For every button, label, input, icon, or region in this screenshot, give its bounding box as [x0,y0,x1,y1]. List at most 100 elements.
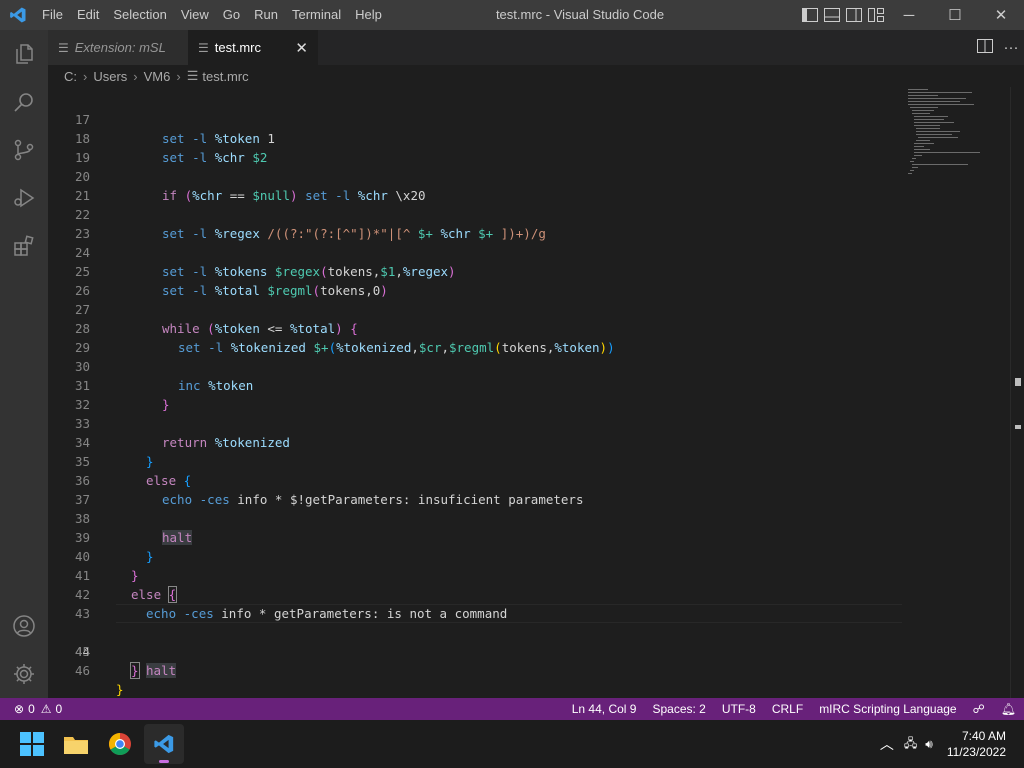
code-line: 35 else { [48,433,906,488]
menu-terminal[interactable]: Terminal [285,0,348,30]
warning-icon: ⚠ [40,702,52,716]
file-explorer-icon[interactable] [56,724,96,764]
tab-label: test.mrc [214,40,261,55]
close-tab-button[interactable]: ✕ [295,39,308,57]
minimize-button[interactable]: ─ [886,0,932,30]
tab-test-mrc[interactable]: ☰ test.mrc ✕ [188,30,318,65]
code-line: 19 [48,129,906,165]
language-mode[interactable]: mIRC Scripting Language [811,702,964,716]
scrollbar-marker [1015,378,1021,386]
code-line: 28 set -l %tokenized $+(%tokenized,$cr,$… [48,300,906,355]
explorer-icon[interactable] [0,30,48,78]
code-line: 18 set -l %chr $2 [48,110,906,165]
end-of-line[interactable]: CRLF [764,702,811,716]
more-actions-icon[interactable]: ··· [998,39,1024,56]
code-line: 22 set -l %regex /((?:"(?:[^"])*"|[^ $+ … [48,186,906,241]
menu-edit[interactable]: Edit [70,0,106,30]
notifications-bell-icon[interactable]: 🔔︎ [993,702,1024,716]
close-window-button[interactable]: ✕ [978,0,1024,30]
vertical-scrollbar[interactable] [1010,87,1024,698]
breadcrumb-item[interactable]: VM6 [144,69,171,84]
vscode-taskbar-icon[interactable] [144,724,184,764]
code-line: 36 echo -ces info * $!getParameters: ins… [48,452,906,507]
code-line: 23 [48,205,906,241]
breadcrumb-item[interactable]: Users [93,69,127,84]
windows-taskbar: ︿ 🖧︎ 🔊︎ 7:40 AM 11/23/2022 [0,720,1024,768]
menu-selection[interactable]: Selection [106,0,173,30]
code-line: 38 halt [48,490,906,545]
minimap-preview [908,89,980,174]
split-editor-icon[interactable] [972,38,998,57]
menu-help[interactable]: Help [348,0,389,30]
code-line: 46 } [48,642,906,697]
chrome-icon[interactable] [100,724,140,764]
code-line: 30 inc %token [48,338,906,393]
activity-bar [0,30,48,698]
system-tray: ︿ 🖧︎ 🔊︎ 7:40 AM 11/23/2022 [874,720,1024,768]
toggle-panel-icon[interactable] [824,8,840,22]
editor-actions: ··· [972,30,1024,65]
code-text: halt [146,663,177,678]
editor-tab-bar: ☰ Extension: mSL ☰ test.mrc ✕ ··· [48,30,1024,65]
cursor-position[interactable]: Ln 44, Col 9 [564,702,645,716]
search-icon[interactable] [0,78,48,126]
minimap[interactable] [906,87,1010,698]
menu-view[interactable]: View [174,0,216,30]
problems-indicator[interactable]: ⊗ 0 ⚠ 0 [0,702,62,716]
file-lines-icon: ☰ [186,68,199,83]
source-control-icon[interactable] [0,126,48,174]
code-text: } [130,662,140,679]
code-line: 37 [48,471,906,507]
accounts-icon[interactable] [0,602,48,650]
code-editor[interactable]: 17 set -l %token 1 18 set -l %chr $2 19 … [48,87,906,698]
maximize-button[interactable]: ☐ [932,0,978,30]
menu-bar: File Edit Selection View Go Run Terminal… [35,0,389,30]
tab-extension-msl[interactable]: ☰ Extension: mSL [48,30,188,65]
code-line: 39 } [48,509,906,564]
toggle-secondary-sidebar-icon[interactable] [846,8,862,22]
code-line: 41 else { [48,547,906,603]
menu-go[interactable]: Go [216,0,247,30]
breadcrumb: C: › Users › VM6 › ☰ test.mrc [48,65,1024,87]
volume-icon[interactable]: 🔊︎ [921,737,937,752]
network-icon[interactable]: 🖧︎ [900,734,921,755]
vscode-logo-icon [0,0,35,30]
encoding[interactable]: UTF-8 [714,702,764,716]
warning-count: 0 [55,702,63,716]
scrollbar-marker [1015,425,1021,429]
code-line-current: 44 halt [48,604,906,678]
preview-icon: ☰ [58,40,69,55]
breadcrumb-item[interactable]: C: [64,69,77,84]
breadcrumb-item[interactable]: test.mrc [202,69,248,84]
code-line: 43 [48,585,906,621]
toggle-primary-sidebar-icon[interactable] [802,8,818,22]
clock-date: 11/23/2022 [946,745,1006,759]
layout-controls [802,0,884,30]
code-line: 24 set -l %tokens $regex(tokens,$1,%rege… [48,224,906,279]
customize-layout-icon[interactable] [868,8,884,22]
chevron-right-icon: › [176,68,181,84]
code-line: 33 return %tokenized [48,395,906,450]
run-debug-icon[interactable] [0,174,48,222]
code-line: 34 } [48,414,906,469]
clock-time: 7:40 AM [961,729,1006,743]
chevron-up-icon[interactable]: ︿ [874,734,900,754]
chevron-right-icon: › [133,68,138,84]
menu-run[interactable]: Run [247,0,285,30]
indentation[interactable]: Spaces: 2 [644,702,713,716]
code-line: 42 echo -ces info * getParameters: is no… [48,566,906,621]
menu-file[interactable]: File [35,0,70,30]
current-line-highlight [116,604,902,623]
settings-gear-icon[interactable] [0,650,48,698]
extensions-icon[interactable] [0,222,48,270]
file-lines-icon: ☰ [198,40,209,55]
code-line: 20 if (%chr == $null) set -l %chr \x20 [48,148,906,203]
code-line: 31 } [48,357,906,412]
code-line: 26 [48,262,906,298]
status-right-group: Ln 44, Col 9 Spaces: 2 UTF-8 CRLF mIRC S… [564,698,1024,720]
line-number: 46 [74,663,90,678]
feedback-icon[interactable]: ☍ [965,702,993,716]
clock[interactable]: 7:40 AM 11/23/2022 [937,728,1024,760]
title-bar: File Edit Selection View Go Run Terminal… [0,0,1024,30]
windows-start-icon[interactable] [12,724,52,764]
